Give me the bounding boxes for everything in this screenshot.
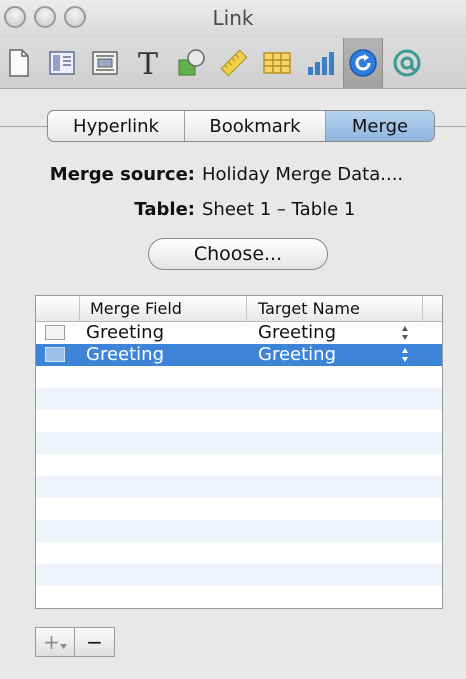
stepper-icon[interactable] [400, 345, 410, 365]
graphic-inspector-button[interactable] [172, 44, 210, 82]
target-name-cell[interactable]: Greeting [258, 344, 336, 366]
table-row[interactable]: Greeting Greeting [36, 344, 442, 366]
merge-field-table: Merge Field Target Name Greeting Greetin… [35, 295, 443, 609]
empty-row [36, 476, 442, 498]
empty-row [36, 454, 442, 476]
shapes-icon [178, 49, 205, 76]
inspector-toolbar: T [0, 38, 466, 89]
empty-row [36, 586, 442, 608]
document-inspector-button[interactable] [0, 44, 38, 82]
empty-row [36, 542, 442, 564]
metrics-inspector-button[interactable] [215, 44, 253, 82]
wrap-icon [92, 51, 118, 75]
field-icon [45, 347, 65, 362]
tab-merge[interactable]: Merge [326, 111, 434, 141]
empty-row [36, 388, 442, 410]
tab-hyperlink[interactable]: Hyperlink [48, 111, 185, 141]
add-label: + [43, 630, 60, 654]
add-remove-bar: + − [35, 627, 115, 657]
header-separator [246, 296, 247, 321]
table-icon [263, 52, 291, 74]
empty-row [36, 432, 442, 454]
window-title: Link [212, 6, 254, 30]
svg-text:T: T [138, 47, 158, 79]
tab-bookmark[interactable]: Bookmark [185, 111, 326, 141]
comment-icon [393, 49, 421, 77]
choose-button[interactable]: Choose... [148, 238, 328, 270]
empty-row [36, 498, 442, 520]
stepper-icon[interactable] [400, 323, 410, 343]
header-separator [422, 296, 423, 321]
column-header-merge-field[interactable]: Merge Field [90, 296, 182, 321]
ruler-icon [220, 49, 248, 77]
column-header-target-name[interactable]: Target Name [258, 296, 360, 321]
title-bar: Link [0, 0, 466, 38]
chevron-down-icon [59, 644, 67, 649]
layout-inspector-button[interactable] [43, 44, 81, 82]
layout-icon [49, 51, 75, 75]
merge-field-cell: Greeting [86, 322, 164, 343]
wrap-inspector-button[interactable] [86, 44, 124, 82]
text-inspector-button[interactable]: T [129, 44, 167, 82]
comment-inspector-button[interactable] [388, 44, 426, 82]
table-header: Merge Field Target Name [36, 296, 442, 322]
empty-row [36, 410, 442, 432]
empty-row [36, 564, 442, 586]
remove-button[interactable]: − [75, 627, 115, 657]
add-button[interactable]: + [35, 627, 75, 657]
table-row[interactable]: Greeting Greeting [36, 322, 442, 344]
chart-inspector-button[interactable] [301, 44, 339, 82]
target-name-cell[interactable]: Greeting [258, 322, 336, 344]
table-label: Table: [134, 199, 195, 220]
link-type-tabs: Hyperlink Bookmark Merge [47, 110, 435, 142]
merge-source-value: Holiday Merge Data.... [202, 164, 404, 185]
link-inspector-button[interactable] [343, 38, 383, 88]
header-separator [79, 296, 80, 321]
empty-row [36, 366, 442, 388]
chart-icon [308, 52, 334, 75]
text-icon: T [138, 47, 158, 79]
merge-field-cell: Greeting [86, 344, 164, 365]
table-value: Sheet 1 – Table 1 [202, 199, 356, 220]
link-icon [349, 49, 377, 77]
field-icon [45, 325, 65, 340]
document-icon [9, 49, 29, 77]
table-inspector-button[interactable] [258, 44, 296, 82]
merge-source-label: Merge source: [49, 164, 195, 185]
empty-row [36, 520, 442, 542]
